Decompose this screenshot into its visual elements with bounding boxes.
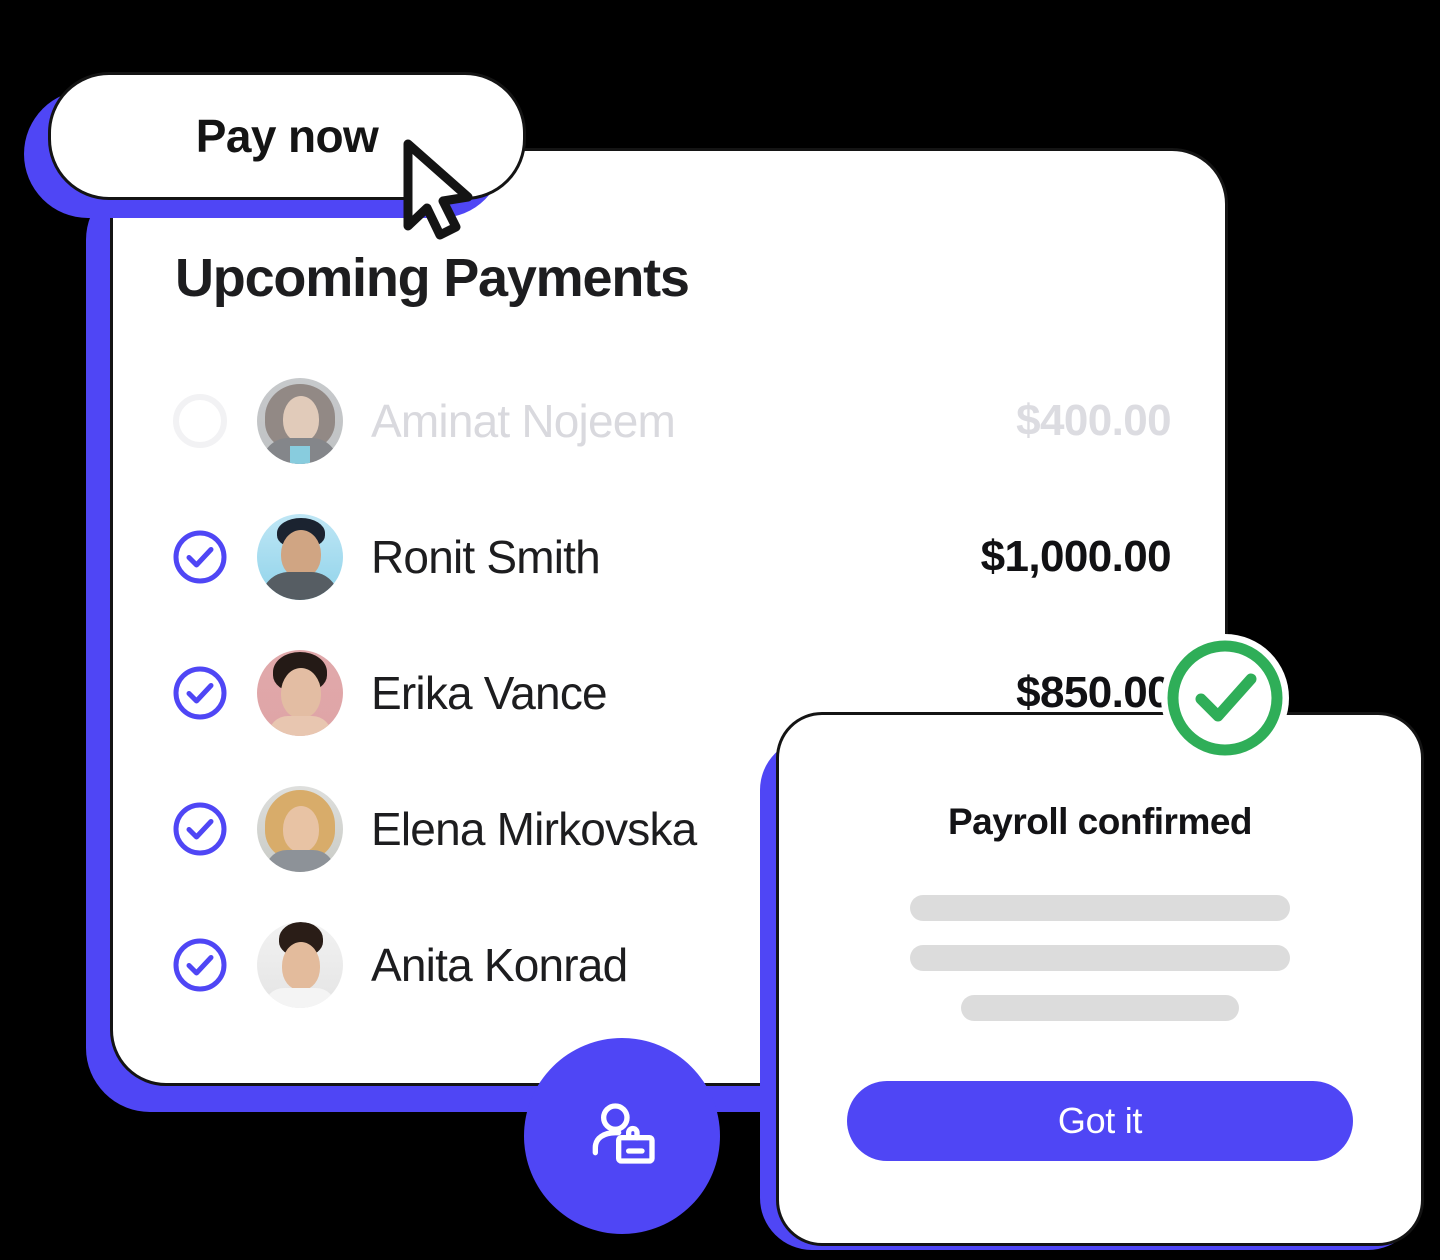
confirm-modal: Payroll confirmed Got it — [776, 712, 1424, 1246]
illustration-stage: Upcoming Payments Aminat Nojeem $400.00 — [0, 0, 1440, 1260]
avatar — [257, 378, 343, 464]
list-item-amount: $1,000.00 — [980, 532, 1172, 581]
avatar — [257, 786, 343, 872]
check-circle-success-icon — [1167, 640, 1283, 756]
skeleton-placeholder — [779, 895, 1421, 1045]
page-title: Upcoming Payments — [175, 248, 690, 308]
list-item[interactable]: Aminat Nojeem $400.00 — [171, 371, 1172, 471]
status-badge — [1161, 634, 1289, 762]
list-item-name: Anita Konrad — [371, 939, 628, 991]
avatar — [257, 514, 343, 600]
list-item-amount: $850.00 — [1016, 668, 1171, 717]
list-item-amount: $400.00 — [1016, 396, 1171, 445]
circle-empty-icon[interactable] — [171, 392, 229, 450]
skeleton-line — [961, 995, 1239, 1021]
list-item-name: Elena Mirkovska — [371, 803, 697, 855]
list-item[interactable]: Ronit Smith $1,000.00 — [171, 507, 1172, 607]
avatar — [257, 650, 343, 736]
got-it-button[interactable]: Got it — [847, 1081, 1353, 1161]
check-circle-icon[interactable] — [171, 664, 229, 722]
pay-now-label: Pay now — [195, 110, 379, 162]
add-person-fab[interactable] — [524, 1038, 720, 1234]
check-circle-icon[interactable] — [171, 936, 229, 994]
modal-title: Payroll confirmed — [947, 801, 1253, 842]
skeleton-line — [910, 895, 1290, 921]
list-item-name: Erika Vance — [371, 667, 608, 719]
check-circle-icon[interactable] — [171, 528, 229, 586]
check-circle-icon[interactable] — [171, 800, 229, 858]
skeleton-line — [910, 945, 1290, 971]
list-item-name: Ronit Smith — [371, 531, 601, 583]
person-badge-icon — [592, 1103, 655, 1164]
mouse-pointer-icon — [403, 139, 473, 240]
list-item-name: Aminat Nojeem — [371, 395, 676, 447]
avatar — [257, 922, 343, 1008]
